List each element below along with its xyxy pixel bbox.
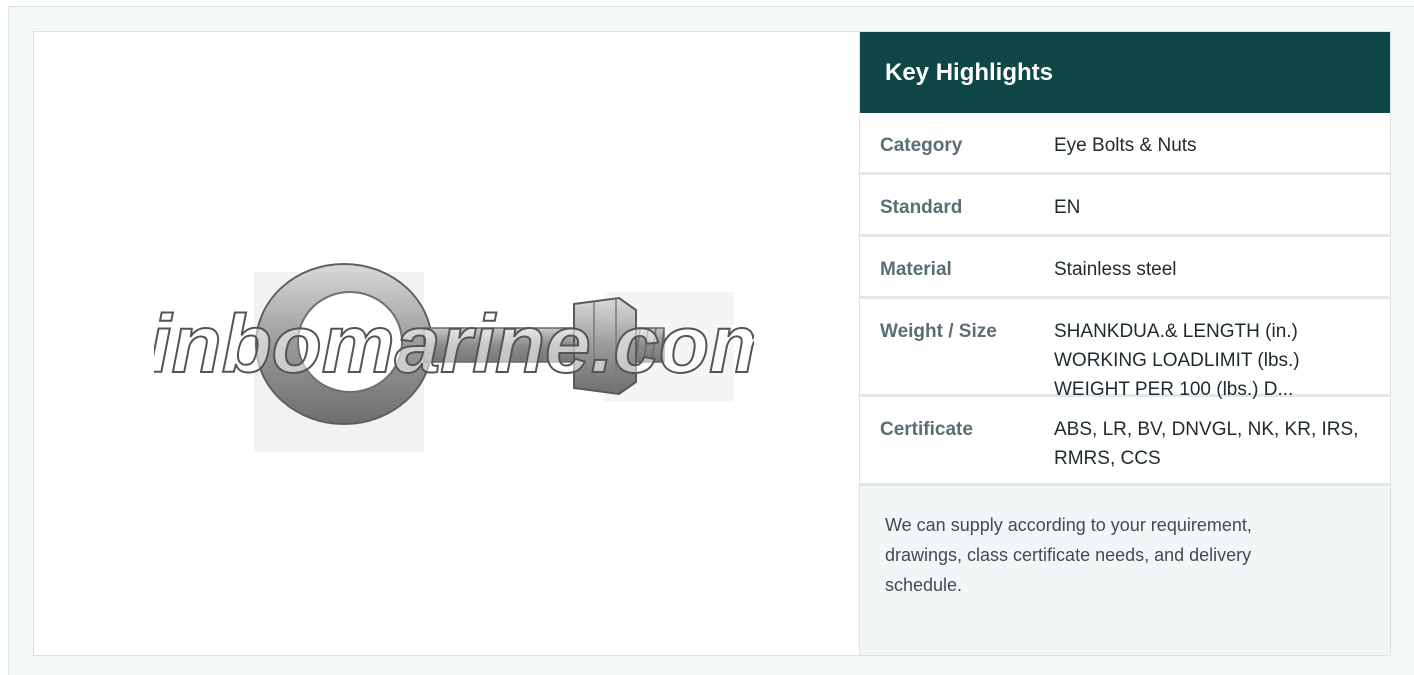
spec-row-category: Category Eye Bolts & Nuts xyxy=(860,113,1390,175)
watermark-text: jinbomarine.com xyxy=(154,299,754,390)
spec-label: Certificate xyxy=(880,419,973,440)
spec-label: Material xyxy=(880,259,952,280)
spec-row-material: Material Stainless steel xyxy=(860,237,1390,299)
spec-value: Stainless steel xyxy=(1054,259,1177,280)
spec-label: Category xyxy=(880,135,963,156)
spec-row-weight-size: Weight / Size SHANKDUA.& LENGTH (in.) WO… xyxy=(860,299,1390,400)
key-highlights-title: Key Highlights xyxy=(860,32,1390,113)
spec-row-standard: Standard EN xyxy=(860,175,1390,237)
page-container: jinbomarine.com Key Highlights Category … xyxy=(8,6,1414,675)
spec-value: Eye Bolts & Nuts xyxy=(1054,135,1197,156)
spec-row-certificate: Certificate ABS, LR, BV, DNVGL, NK, KR, … xyxy=(860,397,1390,486)
spec-label: Standard xyxy=(880,197,963,218)
spec-value: ABS, LR, BV, DNVGL, NK, KR, IRS, RMRS, C… xyxy=(1054,419,1359,469)
spec-label: Weight / Size xyxy=(880,321,997,342)
product-image-panel: jinbomarine.com xyxy=(34,32,860,655)
product-image[interactable]: jinbomarine.com xyxy=(154,232,754,462)
spec-value: SHANKDUA.& LENGTH (in.) WORKING LOADLIMI… xyxy=(1054,321,1300,400)
spec-value: EN xyxy=(1054,197,1081,218)
key-highlights-panel: Key Highlights Category Eye Bolts & Nuts… xyxy=(860,32,1390,655)
product-card: jinbomarine.com Key Highlights Category … xyxy=(33,31,1391,656)
supply-note: We can supply according to your requirem… xyxy=(860,486,1390,655)
